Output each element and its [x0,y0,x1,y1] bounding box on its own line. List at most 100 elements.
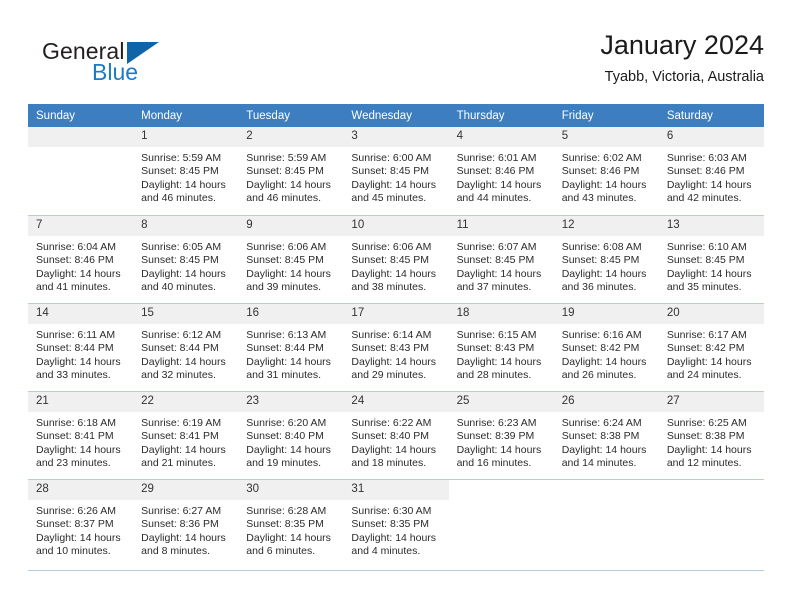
day-cell-28[interactable]: 28 Sunrise: 6:26 AM Sunset: 8:37 PM Dayl… [28,479,134,567]
day-cell-26[interactable]: 26 Sunrise: 6:24 AM Sunset: 8:38 PM Dayl… [553,391,659,479]
calendar-cell[interactable]: 4 Sunrise: 6:01 AM Sunset: 8:46 PM Dayli… [448,127,554,215]
calendar-cell[interactable]: 9 Sunrise: 6:06 AM Sunset: 8:45 PM Dayli… [238,215,344,303]
sunrise-text: Sunrise: 6:19 AM [141,417,222,429]
day-cell-14[interactable]: 14 Sunrise: 6:11 AM Sunset: 8:44 PM Dayl… [28,303,134,391]
general-blue-logo[interactable]: General Blue [32,32,272,92]
day-cell-19[interactable]: 19 Sunrise: 6:16 AM Sunset: 8:42 PM Dayl… [553,303,659,391]
day-cell-15[interactable]: 15 Sunrise: 6:12 AM Sunset: 8:44 PM Dayl… [133,303,239,391]
daylight-text-line2: and 42 minutes. [666,192,742,205]
sunrise-text: Sunrise: 5:59 AM [141,152,222,164]
calendar-cell[interactable]: 1 Sunrise: 5:59 AM Sunset: 8:45 PM Dayli… [133,127,239,215]
day-cell-9[interactable]: 9 Sunrise: 6:06 AM Sunset: 8:45 PM Dayli… [238,215,344,303]
calendar-cell[interactable]: 25 Sunrise: 6:23 AM Sunset: 8:39 PM Dayl… [448,391,554,479]
calendar-cell[interactable]: 13 Sunrise: 6:10 AM Sunset: 8:45 PM Dayl… [658,215,764,303]
sunset-text: Sunset: 8:38 PM [666,430,745,443]
day-cell-11[interactable]: 11 Sunrise: 6:07 AM Sunset: 8:45 PM Dayl… [448,215,554,303]
calendar-cell[interactable]: 6 Sunrise: 6:03 AM Sunset: 8:46 PM Dayli… [658,127,764,215]
calendar-cell[interactable]: 15 Sunrise: 6:12 AM Sunset: 8:44 PM Dayl… [133,303,239,391]
day-number: 21 [28,392,134,412]
day-cell-20[interactable]: 20 Sunrise: 6:17 AM Sunset: 8:42 PM Dayl… [658,303,764,391]
day-details: Sunrise: 6:27 AM Sunset: 8:36 PM Dayligh… [133,500,238,559]
calendar-cell[interactable]: 16 Sunrise: 6:13 AM Sunset: 8:44 PM Dayl… [238,303,344,391]
day-number: 4 [448,127,554,147]
day-cell-31[interactable]: 31 Sunrise: 6:30 AM Sunset: 8:35 PM Dayl… [343,479,449,567]
calendar-cell[interactable]: 7 Sunrise: 6:04 AM Sunset: 8:46 PM Dayli… [28,215,134,303]
daylight-text-line1: Daylight: 14 hours [561,178,647,191]
daylight-text-line2: and 44 minutes. [456,192,532,205]
calendar-cell[interactable]: 17 Sunrise: 6:14 AM Sunset: 8:43 PM Dayl… [343,303,449,391]
day-cell-3[interactable]: 3 Sunrise: 6:00 AM Sunset: 8:45 PM Dayli… [343,127,449,215]
day-cell-7[interactable]: 7 Sunrise: 6:04 AM Sunset: 8:46 PM Dayli… [28,215,134,303]
calendar-cell[interactable]: 19 Sunrise: 6:16 AM Sunset: 8:42 PM Dayl… [553,303,659,391]
day-cell-21[interactable]: 21 Sunrise: 6:18 AM Sunset: 8:41 PM Dayl… [28,391,134,479]
day-cell-22[interactable]: 22 Sunrise: 6:19 AM Sunset: 8:41 PM Dayl… [133,391,239,479]
sunrise-text: Sunrise: 6:25 AM [666,417,747,429]
day-cell-29[interactable]: 29 Sunrise: 6:27 AM Sunset: 8:36 PM Dayl… [133,479,239,567]
calendar-cell[interactable] [448,479,554,567]
daylight-text-line1: Daylight: 14 hours [666,355,752,368]
calendar-cell[interactable]: 8 Sunrise: 6:05 AM Sunset: 8:45 PM Dayli… [133,215,239,303]
daylight-text-line1: Daylight: 14 hours [351,178,437,191]
day-details: Sunrise: 6:23 AM Sunset: 8:39 PM Dayligh… [449,412,554,471]
day-cell-1[interactable]: 1 Sunrise: 5:59 AM Sunset: 8:45 PM Dayli… [133,127,239,215]
sunset-text: Sunset: 8:43 PM [351,342,430,355]
day-cell-30[interactable]: 30 Sunrise: 6:28 AM Sunset: 8:35 PM Dayl… [238,479,344,567]
day-cell-25[interactable]: 25 Sunrise: 6:23 AM Sunset: 8:39 PM Dayl… [448,391,554,479]
calendar-cell[interactable]: 31 Sunrise: 6:30 AM Sunset: 8:35 PM Dayl… [343,479,449,567]
sunrise-text: Sunrise: 6:06 AM [351,241,432,253]
calendar-cell[interactable]: 28 Sunrise: 6:26 AM Sunset: 8:37 PM Dayl… [28,479,134,567]
calendar-cell[interactable]: 24 Sunrise: 6:22 AM Sunset: 8:40 PM Dayl… [343,391,449,479]
calendar-cell[interactable] [553,479,659,567]
sunrise-text: Sunrise: 6:16 AM [561,329,642,341]
sunrise-text: Sunrise: 6:28 AM [246,505,327,517]
calendar-cell[interactable]: 30 Sunrise: 6:28 AM Sunset: 8:35 PM Dayl… [238,479,344,567]
calendar-cell[interactable]: 3 Sunrise: 6:00 AM Sunset: 8:45 PM Dayli… [343,127,449,215]
day-cell-5[interactable]: 5 Sunrise: 6:02 AM Sunset: 8:46 PM Dayli… [553,127,659,215]
calendar-cell[interactable]: 23 Sunrise: 6:20 AM Sunset: 8:40 PM Dayl… [238,391,344,479]
sunset-text: Sunset: 8:45 PM [456,254,535,267]
day-cell-24[interactable]: 24 Sunrise: 6:22 AM Sunset: 8:40 PM Dayl… [343,391,449,479]
day-cell-17[interactable]: 17 Sunrise: 6:14 AM Sunset: 8:43 PM Dayl… [343,303,449,391]
sunrise-text: Sunrise: 6:17 AM [666,329,747,341]
page-header: General Blue January 2024 Tyabb, Victori… [28,28,764,94]
sunrise-text: Sunrise: 6:00 AM [351,152,432,164]
day-cell-16[interactable]: 16 Sunrise: 6:13 AM Sunset: 8:44 PM Dayl… [238,303,344,391]
calendar-cell[interactable]: 12 Sunrise: 6:08 AM Sunset: 8:45 PM Dayl… [553,215,659,303]
day-details: Sunrise: 6:14 AM Sunset: 8:43 PM Dayligh… [343,324,448,383]
day-details: Sunrise: 6:17 AM Sunset: 8:42 PM Dayligh… [659,324,764,383]
day-cell-2[interactable]: 2 Sunrise: 5:59 AM Sunset: 8:45 PM Dayli… [238,127,344,215]
daylight-text-line2: and 43 minutes. [561,192,637,205]
day-number: 7 [28,216,134,236]
calendar-cell[interactable]: 5 Sunrise: 6:02 AM Sunset: 8:46 PM Dayli… [553,127,659,215]
day-cell-18[interactable]: 18 Sunrise: 6:15 AM Sunset: 8:43 PM Dayl… [448,303,554,391]
day-details: Sunrise: 6:20 AM Sunset: 8:40 PM Dayligh… [238,412,343,471]
day-cell-10[interactable]: 10 Sunrise: 6:06 AM Sunset: 8:45 PM Dayl… [343,215,449,303]
day-cell-6[interactable]: 6 Sunrise: 6:03 AM Sunset: 8:46 PM Dayli… [658,127,764,215]
day-cell-empty [553,479,659,567]
calendar-cell[interactable]: 2 Sunrise: 5:59 AM Sunset: 8:45 PM Dayli… [238,127,344,215]
day-cell-13[interactable]: 13 Sunrise: 6:10 AM Sunset: 8:45 PM Dayl… [658,215,764,303]
calendar-cell[interactable]: 27 Sunrise: 6:25 AM Sunset: 8:38 PM Dayl… [658,391,764,479]
calendar-cell[interactable]: 26 Sunrise: 6:24 AM Sunset: 8:38 PM Dayl… [553,391,659,479]
calendar-cell[interactable]: 29 Sunrise: 6:27 AM Sunset: 8:36 PM Dayl… [133,479,239,567]
sunrise-text: Sunrise: 6:30 AM [351,505,432,517]
calendar-cell[interactable]: 10 Sunrise: 6:06 AM Sunset: 8:45 PM Dayl… [343,215,449,303]
calendar-cell[interactable] [658,479,764,567]
day-cell-12[interactable]: 12 Sunrise: 6:08 AM Sunset: 8:45 PM Dayl… [553,215,659,303]
day-cell-4[interactable]: 4 Sunrise: 6:01 AM Sunset: 8:46 PM Dayli… [448,127,554,215]
calendar-cell[interactable]: 18 Sunrise: 6:15 AM Sunset: 8:43 PM Dayl… [448,303,554,391]
calendar-cell[interactable]: 21 Sunrise: 6:18 AM Sunset: 8:41 PM Dayl… [28,391,134,479]
sunset-text: Sunset: 8:36 PM [141,518,219,531]
calendar-cell[interactable]: 22 Sunrise: 6:19 AM Sunset: 8:41 PM Dayl… [133,391,239,479]
day-cell-8[interactable]: 8 Sunrise: 6:05 AM Sunset: 8:45 PM Dayli… [133,215,239,303]
day-cell-27[interactable]: 27 Sunrise: 6:25 AM Sunset: 8:38 PM Dayl… [658,391,764,479]
day-cell-23[interactable]: 23 Sunrise: 6:20 AM Sunset: 8:40 PM Dayl… [238,391,344,479]
daylight-text-line2: and 45 minutes. [351,192,427,205]
day-number: 15 [133,304,239,324]
calendar-cell[interactable] [28,127,134,215]
calendar-cell[interactable]: 11 Sunrise: 6:07 AM Sunset: 8:45 PM Dayl… [448,215,554,303]
sunset-text: Sunset: 8:39 PM [456,430,535,443]
calendar-cell[interactable]: 14 Sunrise: 6:11 AM Sunset: 8:44 PM Dayl… [28,303,134,391]
daylight-text-line1: Daylight: 14 hours [141,267,226,280]
calendar-cell[interactable]: 20 Sunrise: 6:17 AM Sunset: 8:42 PM Dayl… [658,303,764,391]
